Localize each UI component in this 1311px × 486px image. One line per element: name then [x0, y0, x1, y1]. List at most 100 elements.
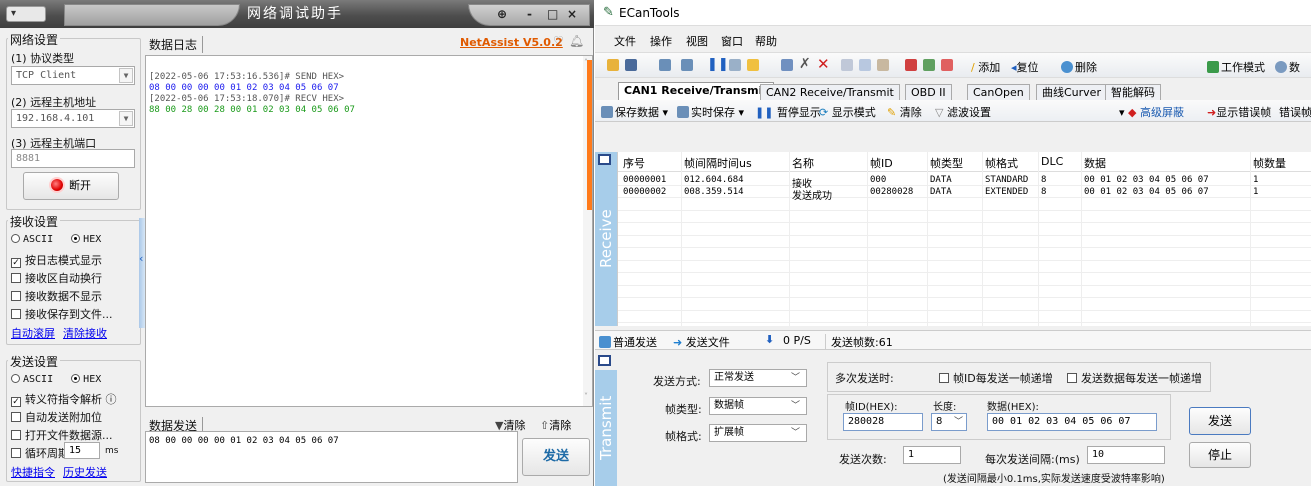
menu-window[interactable]: 窗口	[721, 33, 743, 49]
send-hex-radio[interactable]: HEX	[71, 374, 101, 385]
close-button[interactable]: ×	[567, 7, 577, 21]
tab-can2[interactable]: CAN2 Receive/Transmit	[760, 84, 900, 100]
frame-id-input[interactable]: 280028	[843, 413, 923, 431]
device-icon[interactable]	[659, 59, 671, 71]
minimize-button[interactable]: -	[527, 7, 532, 21]
port-input[interactable]: 8881	[11, 149, 135, 168]
recv-hex-radio[interactable]: HEX	[71, 234, 101, 245]
advanced-mask-button[interactable]: ▾ ◆ 高级屏蔽	[1119, 104, 1184, 120]
column-header[interactable]: 帧类型	[930, 155, 963, 171]
auto-append-checkbox[interactable]: 自动发送附加位	[11, 409, 102, 425]
pause-display-button[interactable]: ❚❚ 暂停显示	[755, 104, 821, 120]
history-send-link[interactable]: 历史发送	[63, 464, 107, 480]
file-source-checkbox[interactable]: 打开文件数据源...	[11, 427, 113, 443]
delete-button[interactable]: 删除	[1061, 59, 1097, 75]
column-header[interactable]: 帧数量	[1253, 155, 1286, 171]
copy-icon[interactable]	[859, 59, 871, 71]
inc-id-checkbox[interactable]: 帧ID每发送一帧递增	[939, 370, 1053, 386]
show-error-button[interactable]: ➜显示错误帧	[1207, 104, 1271, 120]
frame-type-select[interactable]: 数据帧 ﹀	[709, 397, 807, 415]
add-button[interactable]: / 添加	[971, 59, 1000, 75]
save-data-button[interactable]: 保存数据 ▾	[601, 104, 668, 120]
realtime-save-button[interactable]: 实时保存 ▾	[677, 104, 744, 120]
scroll-down-icon[interactable]: ˅	[584, 392, 588, 401]
column-header[interactable]: 帧格式	[985, 155, 1018, 171]
host-select[interactable]: 192.168.4.101 ▼	[11, 109, 135, 128]
tab-curver[interactable]: 曲线Curver	[1036, 84, 1107, 100]
data-log-panel[interactable]: [2022-05-06 17:53:16.536]# SEND HEX> 08 0…	[145, 55, 593, 407]
column-header[interactable]: 名称	[792, 155, 814, 171]
pin-icon[interactable]: ⊕	[497, 7, 507, 21]
receive-side-tab[interactable]: Receive	[595, 152, 617, 326]
tab-decode[interactable]: 智能解码	[1105, 84, 1161, 100]
open-folder-icon[interactable]	[607, 59, 619, 71]
data-hex-input[interactable]: 00 01 02 03 04 05 06 07	[987, 413, 1157, 431]
clear-brush-icon[interactable]	[747, 59, 759, 71]
column-header[interactable]: 数据	[1084, 155, 1106, 171]
reset-button[interactable]: ◂复位	[1011, 59, 1039, 75]
clear-button[interactable]: ✎ 清除	[887, 104, 922, 120]
send-textarea[interactable]: 08 00 00 00 00 01 02 03 04 05 06 07	[145, 431, 518, 483]
tab-can1[interactable]: CAN1 Receive/Transmit	[618, 82, 774, 100]
ecan-stop-button[interactable]: 停止	[1189, 442, 1251, 468]
system-menu-icon[interactable]: ▾	[6, 6, 46, 22]
period-input[interactable]: 15	[64, 442, 100, 459]
normal-send-button[interactable]: 普通发送	[599, 334, 657, 350]
recv-hide-checkbox[interactable]: 接收数据不显示	[11, 288, 102, 304]
error-rate-button[interactable]: 错误帧率	[1279, 104, 1311, 120]
auto-scroll-link[interactable]: 自动滚屏	[11, 325, 55, 341]
maximize-button[interactable]: □	[547, 7, 558, 21]
disconnect-button[interactable]: 断开	[23, 172, 119, 200]
close-device-icon[interactable]: ✕	[817, 55, 830, 73]
menu-operate[interactable]: 操作	[650, 33, 672, 49]
cycle-period-checkbox[interactable]: 循环周期	[11, 445, 69, 461]
ecan-send-button[interactable]: 发送	[1189, 407, 1251, 435]
filter-settings-button[interactable]: ▽ 滤波设置	[935, 104, 991, 120]
device2-icon[interactable]	[681, 59, 693, 71]
send-count-input[interactable]: 1	[903, 446, 961, 464]
work-mode-button[interactable]: 工作模式	[1207, 59, 1265, 75]
display-mode-button[interactable]: ⟳ 显示模式	[819, 104, 876, 120]
send-file-button[interactable]: ➜ 发送文件	[673, 334, 730, 350]
quick-command-link[interactable]: 快捷指令	[11, 464, 55, 480]
column-header[interactable]: 帧ID	[870, 155, 893, 171]
length-select[interactable]: 8 ﹀	[931, 413, 967, 431]
recv-ascii-radio[interactable]: ASCII	[11, 234, 53, 245]
menu-help[interactable]: 帮助	[755, 33, 777, 49]
tab-obd[interactable]: OBD II	[905, 84, 952, 100]
bell-icon[interactable]: 🔔︎	[569, 34, 584, 48]
column-header[interactable]: 序号	[623, 155, 645, 171]
escape-parse-checkbox[interactable]: ✓ 转义符指令解析 ⓘ	[11, 391, 117, 407]
frame-format-select[interactable]: 扩展帧 ﹀	[709, 424, 807, 442]
tab-canopen[interactable]: CanOpen	[967, 84, 1030, 100]
menu-file[interactable]: 文件	[614, 33, 636, 49]
refresh-icon[interactable]	[729, 59, 741, 71]
recv-log-mode-checkbox[interactable]: ✓ 按日志模式显示	[11, 252, 102, 268]
stop-icon[interactable]	[941, 59, 953, 71]
recv-save-file-checkbox[interactable]: 接收保存到文件...	[11, 306, 113, 322]
clear-receive-link[interactable]: 清除接收	[63, 325, 107, 341]
protocol-select[interactable]: TCP Client ▼	[11, 66, 135, 85]
monitor-icon[interactable]	[781, 59, 793, 71]
send-ascii-radio[interactable]: ASCII	[11, 374, 53, 385]
transmit-select-icon[interactable]	[598, 355, 611, 366]
menu-view[interactable]: 视图	[686, 33, 708, 49]
filter-icon[interactable]	[905, 59, 917, 71]
select-all-icon[interactable]	[598, 154, 611, 165]
inc-data-checkbox[interactable]: 发送数据每发送一帧递增	[1067, 370, 1202, 386]
recv-wrap-checkbox[interactable]: 接收区自动换行	[11, 270, 102, 286]
link-icon[interactable]	[923, 59, 935, 71]
heart-icon[interactable]: ♡	[553, 34, 564, 48]
column-header[interactable]: 帧间隔时间us	[684, 155, 752, 171]
transmit-side-tab[interactable]: Transmit	[595, 370, 617, 486]
data-button[interactable]: 数	[1275, 59, 1300, 75]
netassist-brand-link[interactable]: NetAssist V5.0.2	[460, 36, 563, 49]
send-mode-select[interactable]: 正常发送 ﹀	[709, 369, 807, 387]
clear-send-button[interactable]: ⇧清除	[540, 417, 571, 433]
paste-icon[interactable]	[877, 59, 889, 71]
pause-icon[interactable]: ❚❚	[707, 57, 729, 72]
save-icon[interactable]	[625, 59, 637, 71]
tools-icon[interactable]: ✗	[799, 56, 811, 72]
send-interval-input[interactable]: 10	[1087, 446, 1165, 464]
column-header[interactable]: DLC	[1041, 155, 1063, 168]
